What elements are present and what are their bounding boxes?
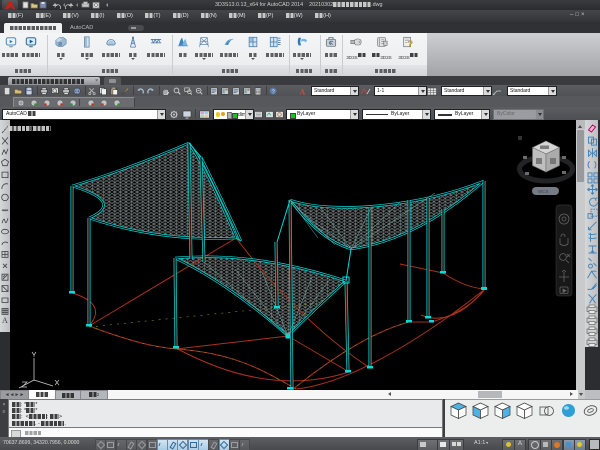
svg-text:WCS: WCS — [538, 189, 549, 194]
svg-text:A: A — [300, 87, 306, 96]
svg-text:?: ? — [408, 39, 413, 48]
